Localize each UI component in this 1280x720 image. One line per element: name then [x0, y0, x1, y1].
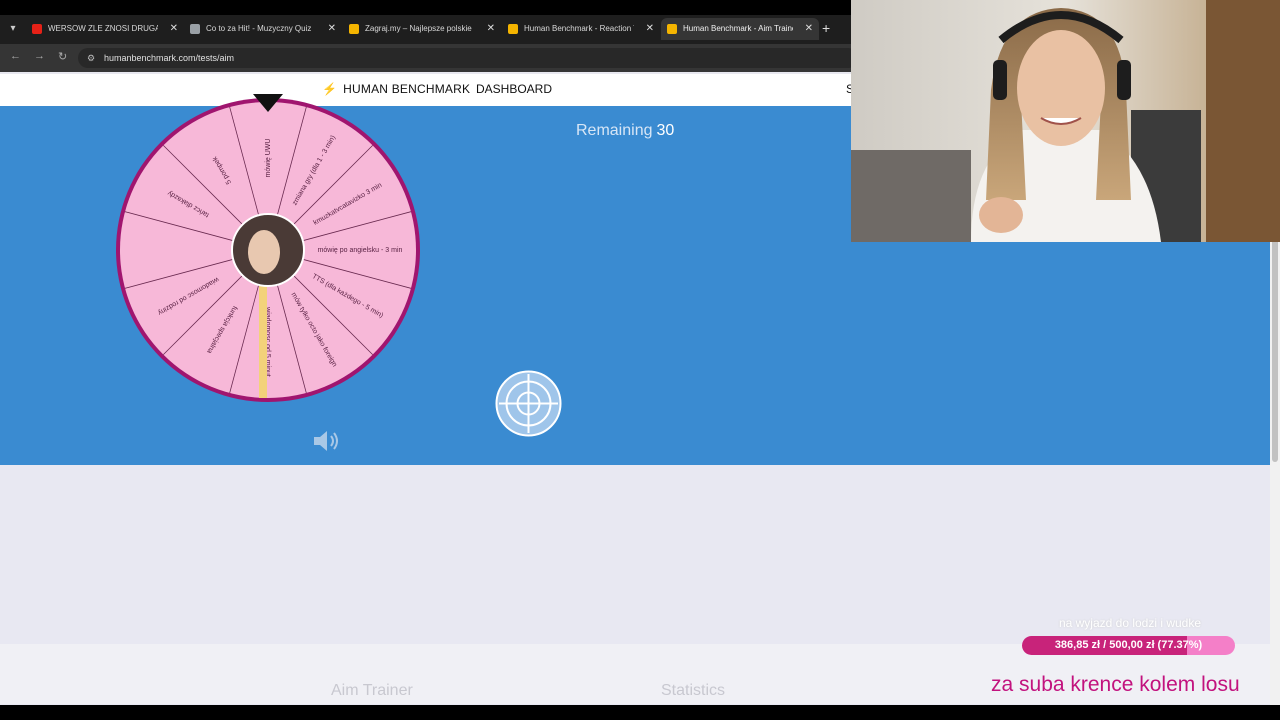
goal-title: na wyjazd do lodzi i wudke	[1058, 616, 1202, 630]
browser-tab[interactable]: WERSOW ZLE ZNOSI DRUGA C ✕	[26, 18, 184, 40]
speaker-icon	[314, 431, 338, 451]
browser-tab[interactable]: Human Benchmark - Aim Traine ✕	[661, 18, 819, 40]
reload-icon[interactable]: ↻	[58, 50, 67, 63]
browser-tab[interactable]: Zagraj.my – Najlepsze polskie ✕	[343, 18, 501, 40]
avatar-face	[248, 230, 280, 274]
site-info-icon[interactable]: ⚙	[87, 53, 97, 63]
goal-progress-bar: 386,85 zł / 500,00 zł (77.37%)	[1022, 636, 1235, 655]
dashboard-link[interactable]: DASHBOARD	[476, 82, 552, 96]
back-icon[interactable]: ←	[10, 50, 21, 62]
url-text: humanbenchmark.com/tests/aim	[104, 53, 235, 63]
prize-wheel: zmiana gry (dla 1 - 3 min)kmuzkatvcatavi…	[116, 94, 420, 402]
tab-close-icon[interactable]: ✕	[805, 18, 813, 40]
tab-close-icon[interactable]: ✕	[170, 18, 178, 40]
aim-target[interactable]	[495, 370, 562, 437]
tab-title: Co to za Hit! - Muzyczny Quiz	[206, 24, 312, 33]
tab-favicon-icon	[508, 24, 518, 34]
wheel-segment-label: mówię UWU	[265, 139, 272, 178]
card-title-aim-trainer: Aim Trainer	[331, 682, 413, 699]
screen: ▾ WERSOW ZLE ZNOSI DRUGA C ✕ Co to za Hit!…	[0, 0, 1280, 720]
tab-close-icon[interactable]: ✕	[328, 18, 336, 40]
tab-title: WERSOW ZLE ZNOSI DRUGA C	[48, 24, 158, 33]
remaining-value: 30	[656, 122, 675, 139]
tab-favicon-icon	[32, 24, 42, 34]
tab-favicon-icon	[190, 24, 200, 34]
tab-title: Zagraj.my – Najlepsze polskie	[365, 24, 472, 33]
tab-list-dropdown-icon[interactable]: ▾	[6, 22, 20, 36]
remaining-counter: Remaining 30	[576, 122, 674, 140]
new-tab-icon[interactable]: +	[822, 20, 830, 36]
card-title-statistics: Statistics	[661, 682, 726, 699]
remaining-label: Remaining	[576, 122, 653, 139]
wheel-highlight-slice	[259, 286, 267, 398]
tab-close-icon[interactable]: ✕	[487, 18, 495, 40]
stream-ticker: za suba krence kolem losu	[991, 673, 1240, 696]
goal-progress-text: 386,85 zł / 500,00 zł (77.37%)	[1054, 639, 1203, 651]
tab-title: Human Benchmark - Reaction T	[524, 24, 634, 33]
forward-icon[interactable]: →	[34, 50, 45, 62]
tab-close-icon[interactable]: ✕	[646, 18, 654, 40]
tab-title: Human Benchmark - Aim Traine	[683, 24, 793, 33]
webcam-feed	[851, 0, 1280, 242]
tab-favicon-icon	[667, 24, 677, 34]
bottom-black-strip	[0, 705, 1280, 720]
wheel-segment-label: mówię po angielsku - 3 min	[318, 247, 403, 254]
tab-favicon-icon	[349, 24, 359, 34]
browser-tab[interactable]: Co to za Hit! - Muzyczny Quiz ✕	[184, 18, 342, 40]
url-field[interactable]: ⚙ humanbenchmark.com/tests/aim	[78, 48, 858, 68]
browser-tab[interactable]: Human Benchmark - Reaction T ✕	[502, 18, 660, 40]
